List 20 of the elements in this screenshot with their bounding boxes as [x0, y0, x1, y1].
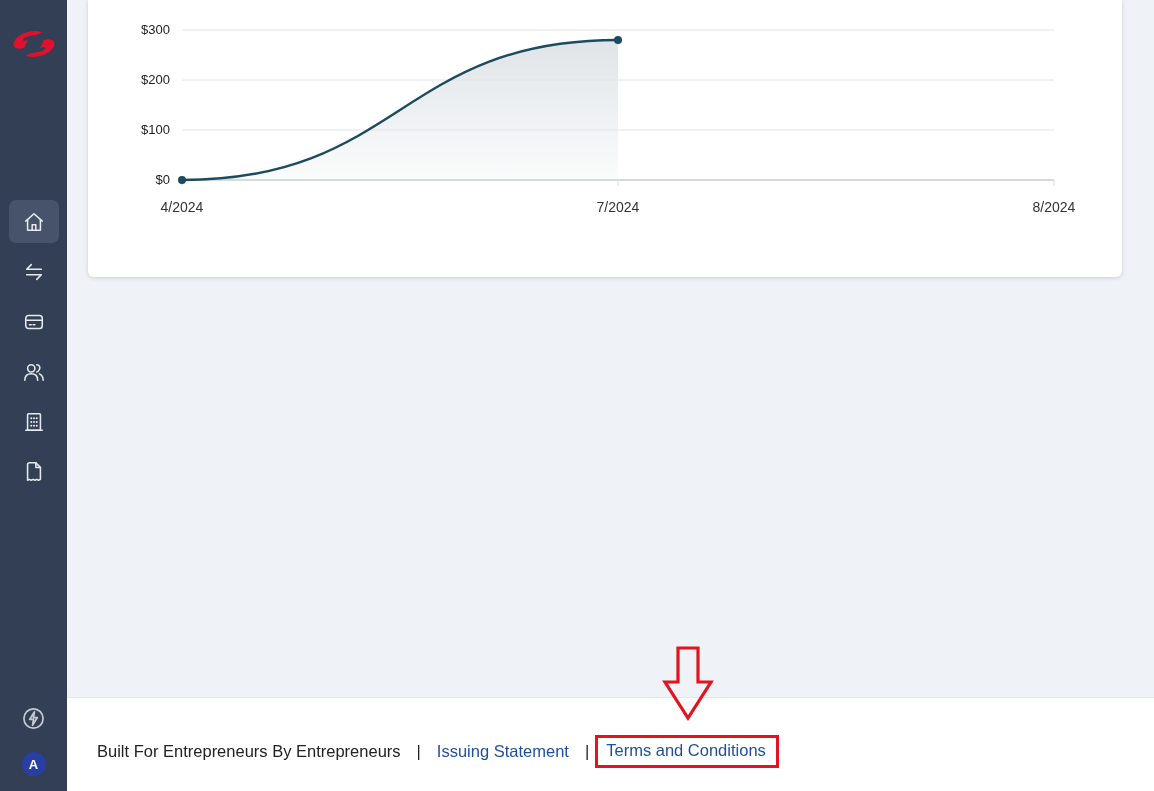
footer-link[interactable]: Issuing Statement: [436, 742, 569, 761]
x-axis-label: 8/2024: [1032, 199, 1076, 215]
y-axis-label: $100: [141, 122, 170, 137]
bolt-icon[interactable]: [22, 707, 45, 730]
data-point: [614, 36, 622, 44]
separator: |: [584, 742, 590, 761]
separator: |: [416, 742, 421, 761]
down-arrow-icon: [662, 646, 715, 721]
logo-icon: [11, 30, 56, 58]
tagline: Built For Entrepreneurs By Entrepreneurs: [97, 742, 401, 761]
y-axis-label: $0: [155, 172, 170, 187]
avatar[interactable]: A: [21, 752, 46, 776]
x-axis-label: 4/2024: [160, 199, 204, 215]
x-axis-label: 7/2024: [596, 199, 640, 215]
y-axis-label: $200: [141, 72, 170, 87]
building-icon: [22, 410, 45, 433]
home-icon: [22, 210, 45, 233]
y-axis-label: $300: [141, 22, 170, 37]
home-nav-button[interactable]: [8, 200, 59, 243]
data-point: [178, 176, 186, 184]
